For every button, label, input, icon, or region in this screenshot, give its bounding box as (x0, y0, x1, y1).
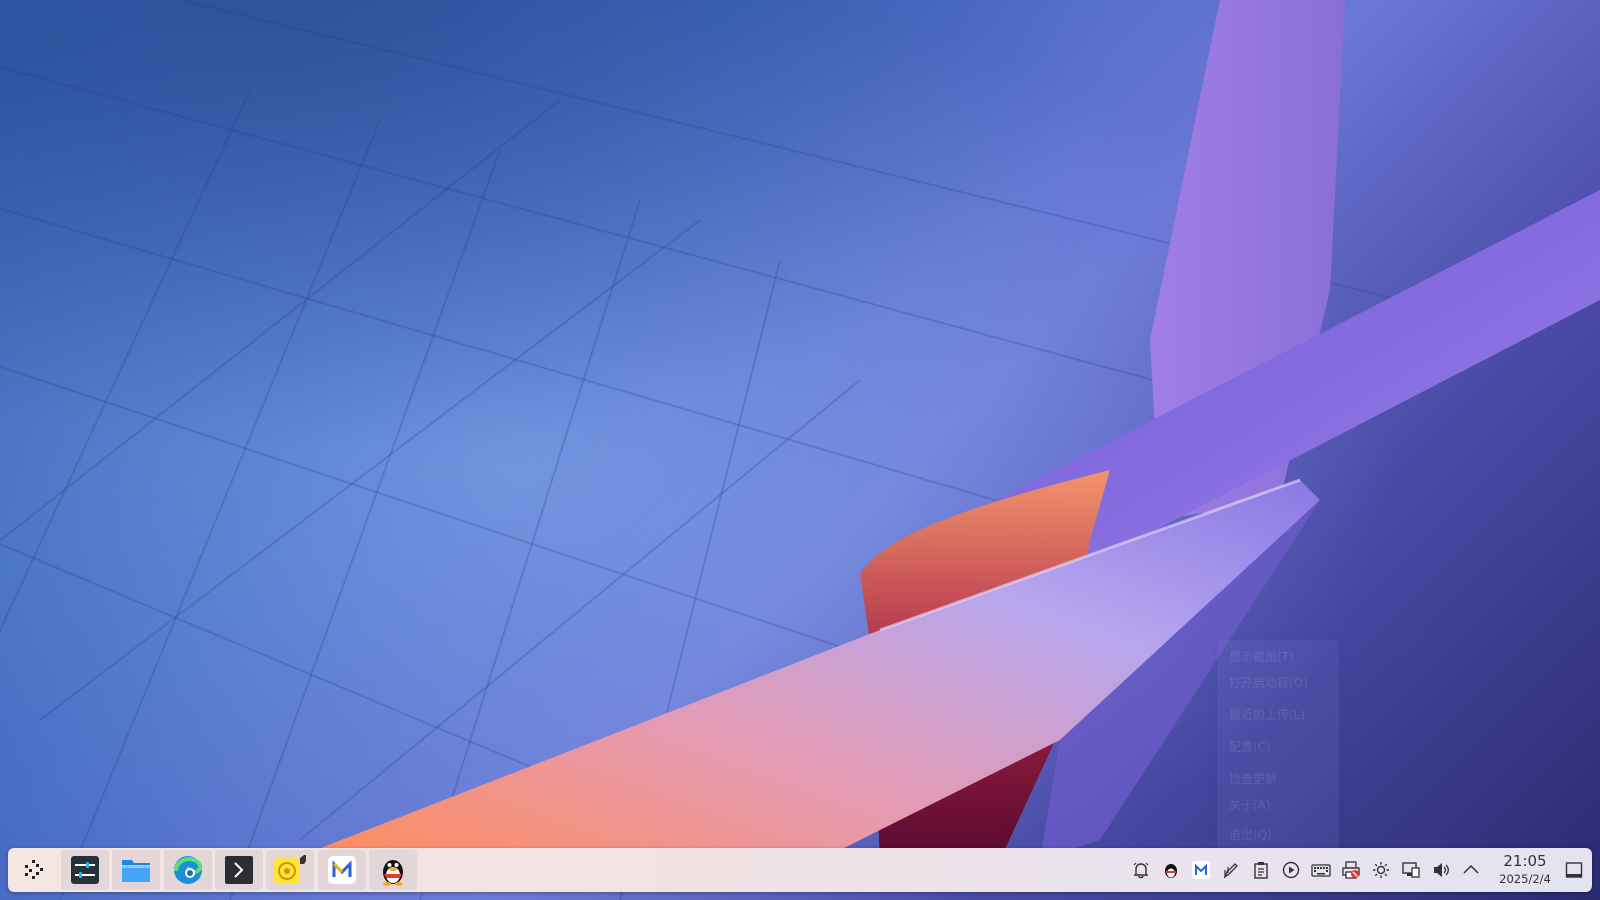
taskbar-app-file-manager[interactable] (112, 850, 160, 890)
notifications-icon (1133, 862, 1149, 879)
wallpaper (0, 0, 1600, 900)
keyboard-icon (1311, 864, 1331, 877)
menu-item-configure[interactable]: 配置(C) (1229, 738, 1271, 755)
network-icon (1402, 862, 1420, 878)
taskbar-app-terminal[interactable] (215, 850, 263, 890)
digital-clock[interactable]: 21:05 2025/2/4 (1489, 851, 1561, 887)
menu-item-check-updates[interactable]: 检查更新 (1229, 770, 1277, 787)
tray-context-menu: 显示截图(T) 打开启动器(O) 最近的上传(L) 配置(C) 检查更新 关于(… (1217, 640, 1339, 850)
volume-tray-button[interactable] (1431, 860, 1451, 880)
pen-tool-tray-button[interactable] (1221, 860, 1241, 880)
notifications-tray-button[interactable] (1131, 860, 1151, 880)
pen-tool-icon (1223, 863, 1238, 879)
menu-item-open-launcher[interactable]: 打开启动器(O) (1229, 674, 1308, 691)
taskbar-app-mail[interactable] (318, 850, 366, 890)
folder-icon (122, 860, 150, 882)
taskbar-app-qq[interactable] (369, 850, 417, 890)
mail-tray-button[interactable] (1191, 860, 1211, 880)
taskbar-app-system-settings[interactable] (61, 850, 109, 890)
expand-arrow-icon (1463, 864, 1479, 874)
settings-sliders-icon (71, 856, 99, 884)
desktop[interactable]: 显示截图(T) 打开启动器(O) 最近的上传(L) 配置(C) 检查更新 关于(… (0, 0, 1600, 900)
music-player-icon (274, 855, 306, 884)
input-method-tray-button[interactable] (1311, 860, 1331, 880)
menu-item-show-screenshot[interactable]: 显示截图(T) (1229, 648, 1294, 665)
menu-item-quit[interactable]: 退出(Q) (1229, 826, 1272, 843)
terminal-icon (225, 856, 253, 884)
media-player-tray-button[interactable] (1281, 860, 1301, 880)
media-player-icon (1282, 861, 1300, 879)
kde-launcher-icon (25, 860, 43, 879)
application-launcher-button[interactable] (10, 850, 58, 890)
taskbar-app-music-player[interactable] (266, 850, 314, 890)
mail-tray-icon (1192, 861, 1210, 879)
taskbar-app-edge[interactable] (164, 850, 212, 890)
tray-expand-button[interactable] (1461, 860, 1481, 880)
clipboard-icon (1254, 862, 1268, 879)
printer-tray-button[interactable] (1341, 860, 1361, 880)
network-tray-button[interactable] (1401, 860, 1421, 880)
menu-item-about[interactable]: 关于(A) (1229, 796, 1271, 813)
edge-browser-icon (174, 856, 203, 884)
volume-icon (1434, 863, 1449, 877)
show-desktop-icon (1565, 862, 1583, 878)
clock-date: 2025/2/4 (1499, 872, 1551, 886)
taskbar: 21:05 2025/2/4 (8, 848, 1592, 892)
clock-time: 21:05 (1503, 852, 1547, 870)
qq-penguin-icon (383, 860, 403, 886)
qq-tray-icon (1165, 864, 1177, 878)
brightness-tray-button[interactable] (1371, 860, 1391, 880)
clipboard-tray-button[interactable] (1251, 860, 1271, 880)
printer-icon (1342, 861, 1360, 879)
mail-m-icon (328, 856, 356, 884)
show-desktop-button[interactable] (1561, 858, 1587, 882)
qq-tray-button[interactable] (1161, 860, 1181, 880)
brightness-icon (1373, 862, 1389, 878)
menu-item-recent-uploads[interactable]: 最近的上传(L) (1229, 706, 1305, 723)
